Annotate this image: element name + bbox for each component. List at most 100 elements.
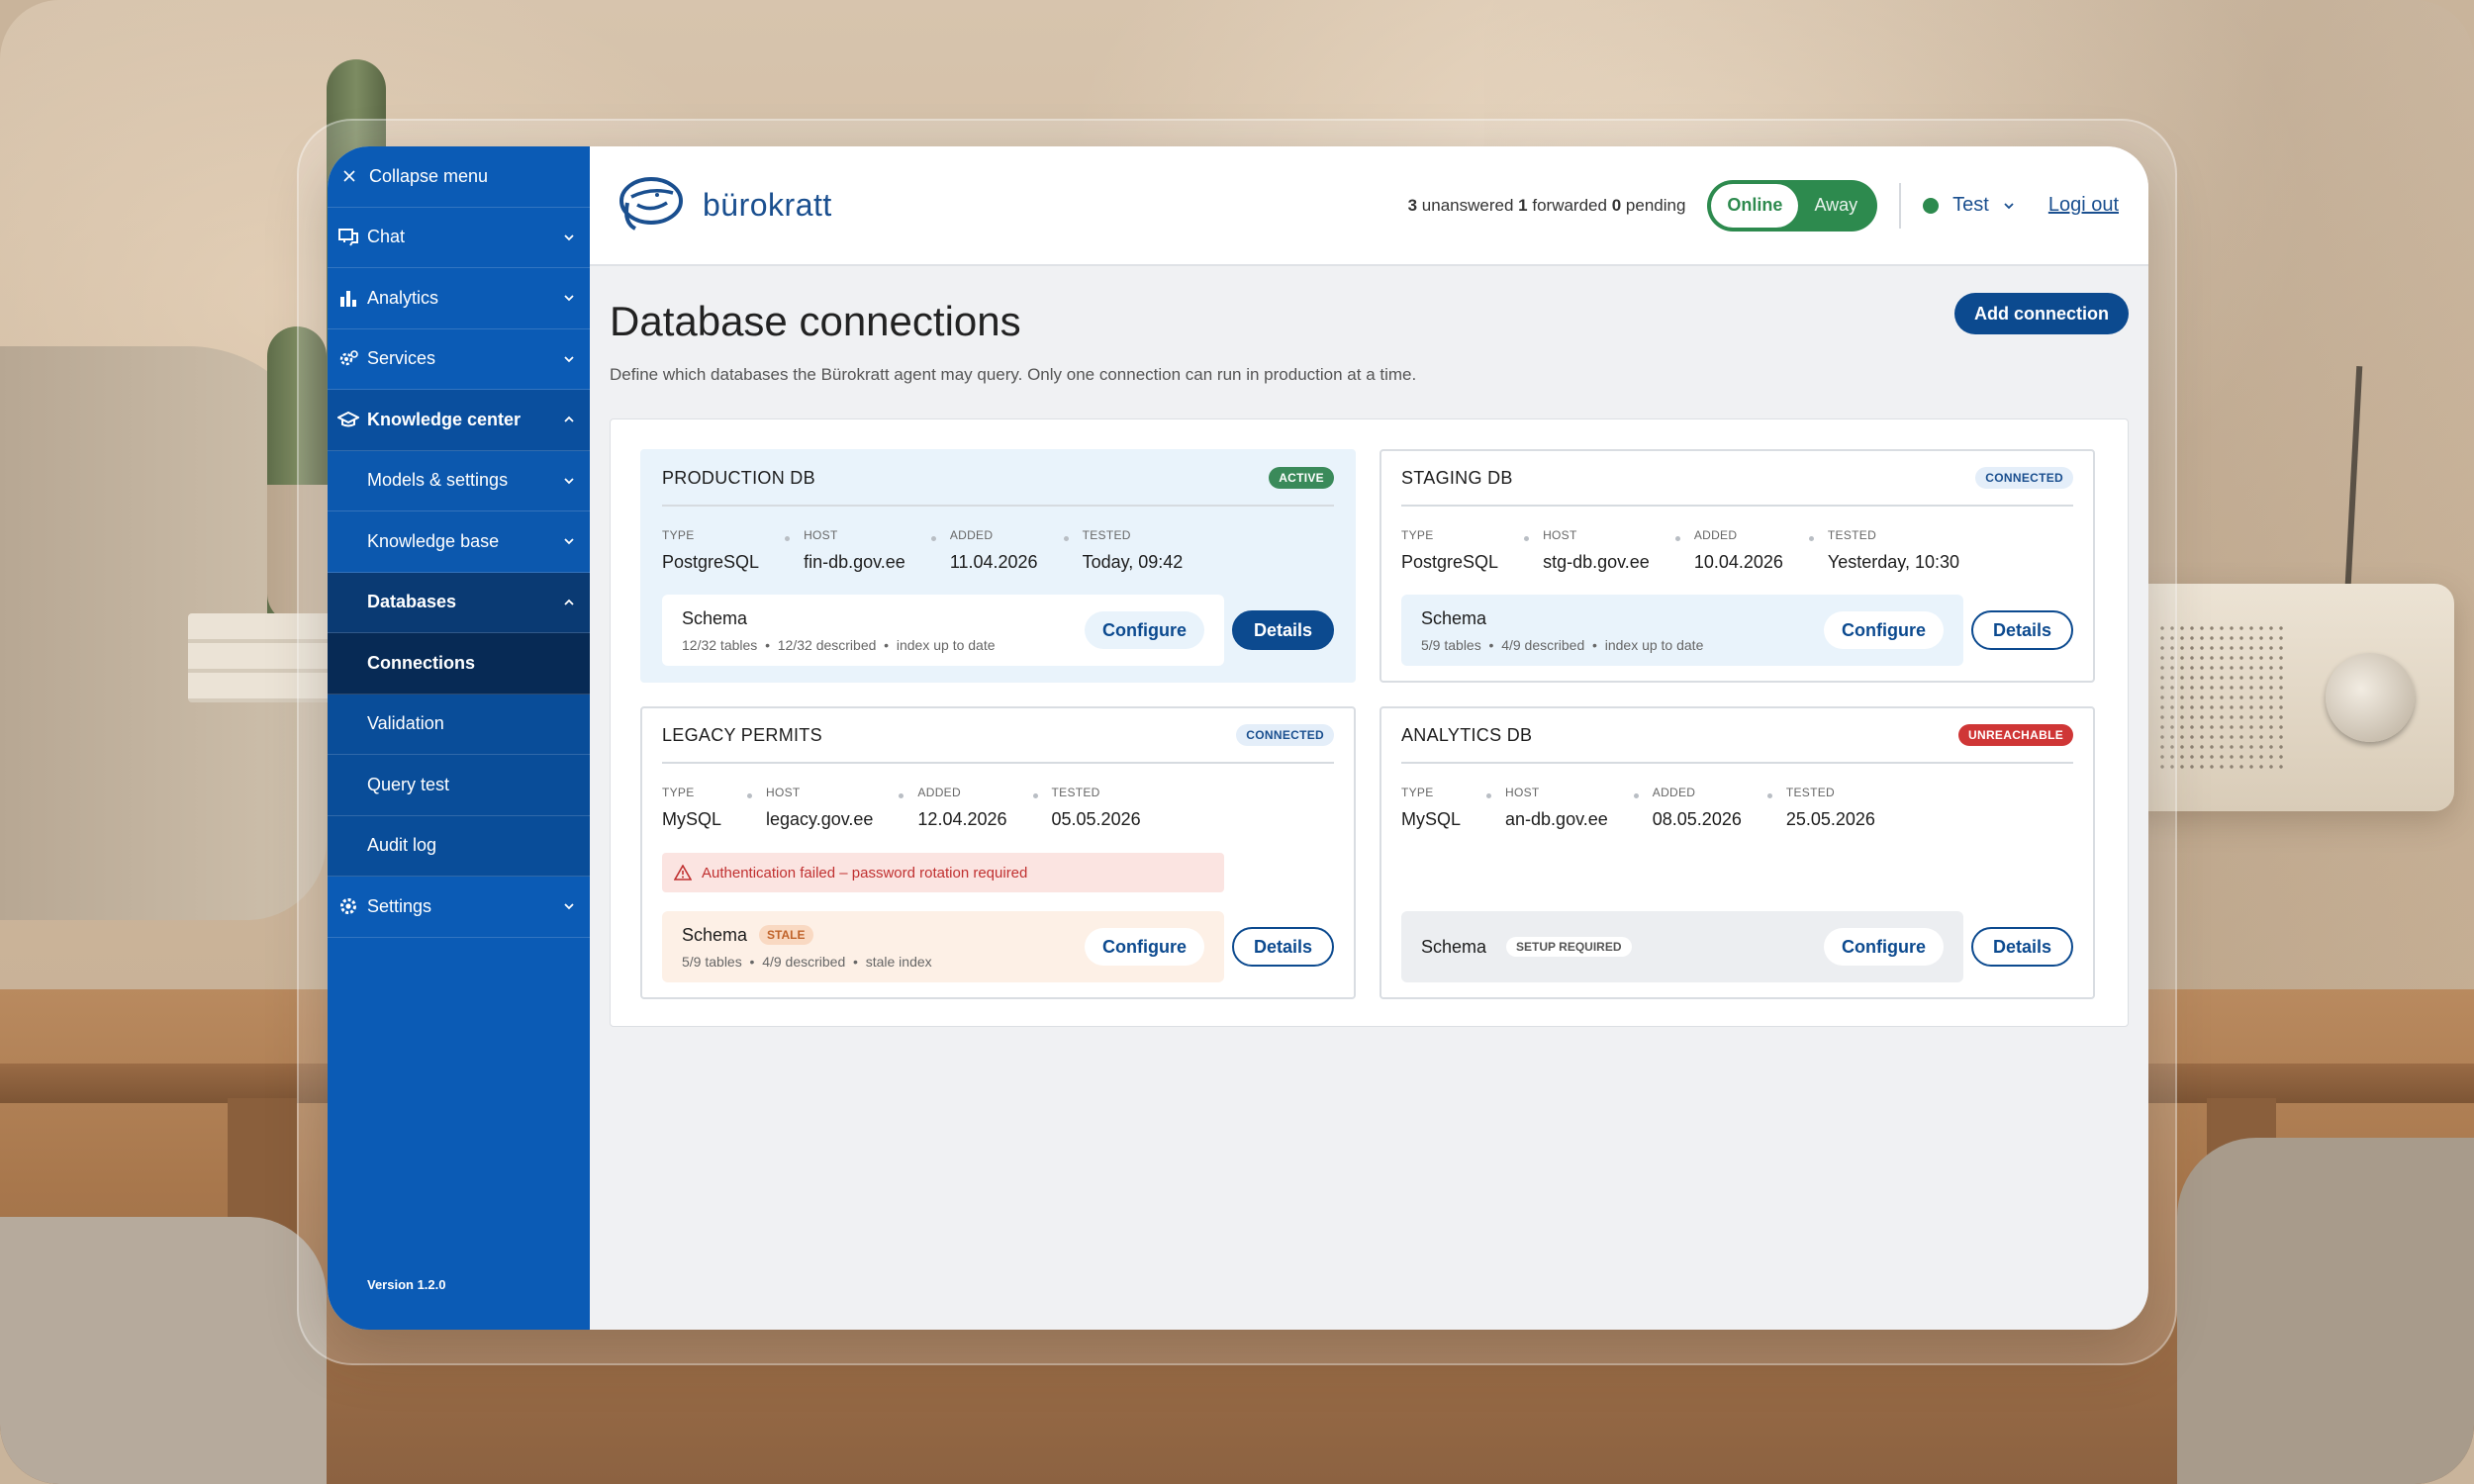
connection-card: ANALYTICS DB UNREACHABLE TYPE MySQL HOST a… (1380, 706, 2095, 999)
meta-tested: TESTED 05.05.2026 (1052, 786, 1141, 830)
meta-added: ADDED 11.04.2026 (950, 528, 1038, 573)
schema-index: stale index (865, 953, 932, 970)
page-title: Database connections (610, 298, 1021, 344)
bar-chart-icon (337, 287, 359, 309)
card-header: ANALYTICS DB UNREACHABLE (1401, 708, 2073, 764)
app-window: Collapse menu Chat Analytics Services Kn… (328, 146, 2148, 1330)
unanswered-count: 3 (1407, 195, 1418, 215)
sidebar-item-knowledge-center[interactable]: Knowledge center (328, 390, 590, 451)
logout-link[interactable]: Logi out (2048, 194, 2119, 217)
user-name: Test (1952, 194, 1989, 216)
schema-described: 12/32 described (777, 636, 877, 653)
details-button[interactable]: Details (1970, 610, 2073, 650)
meta-label: TYPE (1401, 786, 1434, 799)
details-button[interactable]: Details (1231, 927, 1334, 967)
sidebar-item-models-settings[interactable]: Models & settings (328, 450, 590, 511)
meta-value: legacy.gov.ee (766, 809, 874, 829)
schema-info: Schema 12/32 tables • 12/32 described • … (682, 608, 1085, 653)
configure-button[interactable]: Configure (1824, 611, 1944, 649)
sidebar-item-knowledge-base[interactable]: Knowledge base (328, 511, 590, 573)
chevron-down-icon (562, 474, 576, 488)
sidebar-item-label: Models & settings (367, 470, 509, 491)
meta-separator (1486, 793, 1492, 798)
meta-label: TYPE (662, 528, 695, 542)
unanswered-label: unanswered (1421, 195, 1514, 215)
sidebar-item-audit-log[interactable]: Audit log (328, 815, 590, 877)
schema-tables: 5/9 tables (682, 953, 742, 970)
configure-button[interactable]: Configure (1085, 928, 1204, 966)
radio-knob (2326, 653, 2415, 742)
schema-box: Schema 12/32 tables • 12/32 described • … (662, 595, 1224, 666)
schema-title: Schema (682, 607, 748, 628)
sidebar-item-services[interactable]: Services (328, 329, 590, 390)
user-menu[interactable]: Test (1923, 194, 2015, 217)
meta-separator (1524, 536, 1530, 541)
connections-panel: PRODUCTION DB ACTIVE TYPE PostgreSQL HOST… (610, 418, 2129, 1027)
schema-index: index up to date (1604, 636, 1704, 653)
meta-type: TYPE PostgreSQL (1401, 528, 1498, 573)
schema-info: Schema SETUP REQUIRED (1421, 937, 1824, 958)
sidebar-item-label: Connections (367, 652, 476, 673)
schema-box: Schema 5/9 tables • 4/9 described • inde… (1401, 595, 1963, 666)
details-button[interactable]: Details (1970, 927, 2073, 967)
sidebar-item-chat[interactable]: Chat (328, 208, 590, 268)
meta-separator (1766, 793, 1772, 798)
chevron-down-icon (2003, 202, 2015, 210)
meta-label: HOST (1543, 528, 1577, 542)
configure-button[interactable]: Configure (1824, 928, 1944, 966)
page-description: Define which databases the Bürokratt age… (610, 365, 1417, 384)
connection-card: STAGING DB CONNECTED TYPE PostgreSQL HOST… (1380, 449, 2095, 683)
meta-separator (1808, 536, 1814, 541)
sidebar-item-analytics[interactable]: Analytics (328, 268, 590, 329)
meta-label: ADDED (1652, 786, 1696, 799)
meta-value: PostgreSQL (1401, 552, 1499, 572)
meta-value: Yesterday, 10:30 (1827, 552, 1960, 572)
meta-label: ADDED (949, 528, 994, 542)
brand-name: bürokratt (703, 187, 832, 223)
sidebar-item-connections[interactable]: Connections (328, 633, 590, 695)
main-area: bürokratt 3 unanswered 1 forwarded 0 pen… (590, 146, 2148, 1330)
meta-separator (1674, 536, 1680, 541)
chevron-down-icon (562, 352, 576, 366)
status-toggle[interactable]: Online Away (1707, 179, 1878, 232)
meta-separator (1633, 793, 1639, 798)
sidebar-item-databases[interactable]: Databases (328, 572, 590, 633)
chevron-up-icon (562, 413, 576, 426)
version-label: Version 1.2.0 (367, 1277, 446, 1292)
pending-count: 0 (1611, 195, 1622, 215)
chevron-down-icon (562, 534, 576, 548)
meta-host: HOST legacy.gov.ee (766, 786, 873, 830)
collapse-menu-button[interactable]: Collapse menu (328, 146, 590, 208)
sidebar-item-settings[interactable]: Settings (328, 877, 590, 938)
status-away-option[interactable]: Away (1798, 184, 1873, 228)
forwarded-label: forwarded (1532, 195, 1607, 215)
card-header: STAGING DB CONNECTED (1401, 451, 2073, 507)
chat-icon (337, 227, 359, 248)
meta-label: TESTED (1051, 786, 1100, 799)
connection-meta: TYPE PostgreSQL HOST stg-db.gov.ee ADDED 10… (1401, 528, 2073, 573)
meta-type: TYPE PostgreSQL (662, 528, 759, 573)
warning-icon (674, 865, 692, 881)
meta-value: 08.05.2026 (1652, 809, 1742, 829)
schema-index: index up to date (896, 636, 996, 653)
add-connection-button[interactable]: Add connection (1954, 293, 2129, 334)
sidebar-item-query-test[interactable]: Query test (328, 755, 590, 816)
top-bar: bürokratt 3 unanswered 1 forwarded 0 pen… (590, 146, 2148, 266)
meta-value: 11.04.2026 (949, 552, 1038, 572)
graduation-cap-icon (337, 409, 359, 430)
details-button[interactable]: Details (1231, 610, 1334, 650)
meta-label: ADDED (1693, 528, 1738, 542)
sidebar-item-label: Audit log (367, 835, 437, 856)
meta-label: TESTED (1785, 786, 1835, 799)
connection-card: LEGACY PERMITS CONNECTED TYPE MySQL HOST l… (640, 706, 1356, 999)
brand-logo[interactable]: bürokratt (618, 173, 832, 237)
configure-button[interactable]: Configure (1085, 611, 1204, 649)
card-title: PRODUCTION DB (662, 467, 815, 488)
meta-value: an-db.gov.ee (1505, 809, 1608, 829)
forwarded-count: 1 (1518, 195, 1528, 215)
sidebar-item-validation[interactable]: Validation (328, 694, 590, 755)
status-online-option[interactable]: Online (1711, 183, 1799, 228)
meta-label: TESTED (1082, 528, 1131, 542)
meta-tested: TESTED Yesterday, 10:30 (1828, 528, 1959, 573)
meta-added: ADDED 08.05.2026 (1653, 786, 1742, 830)
